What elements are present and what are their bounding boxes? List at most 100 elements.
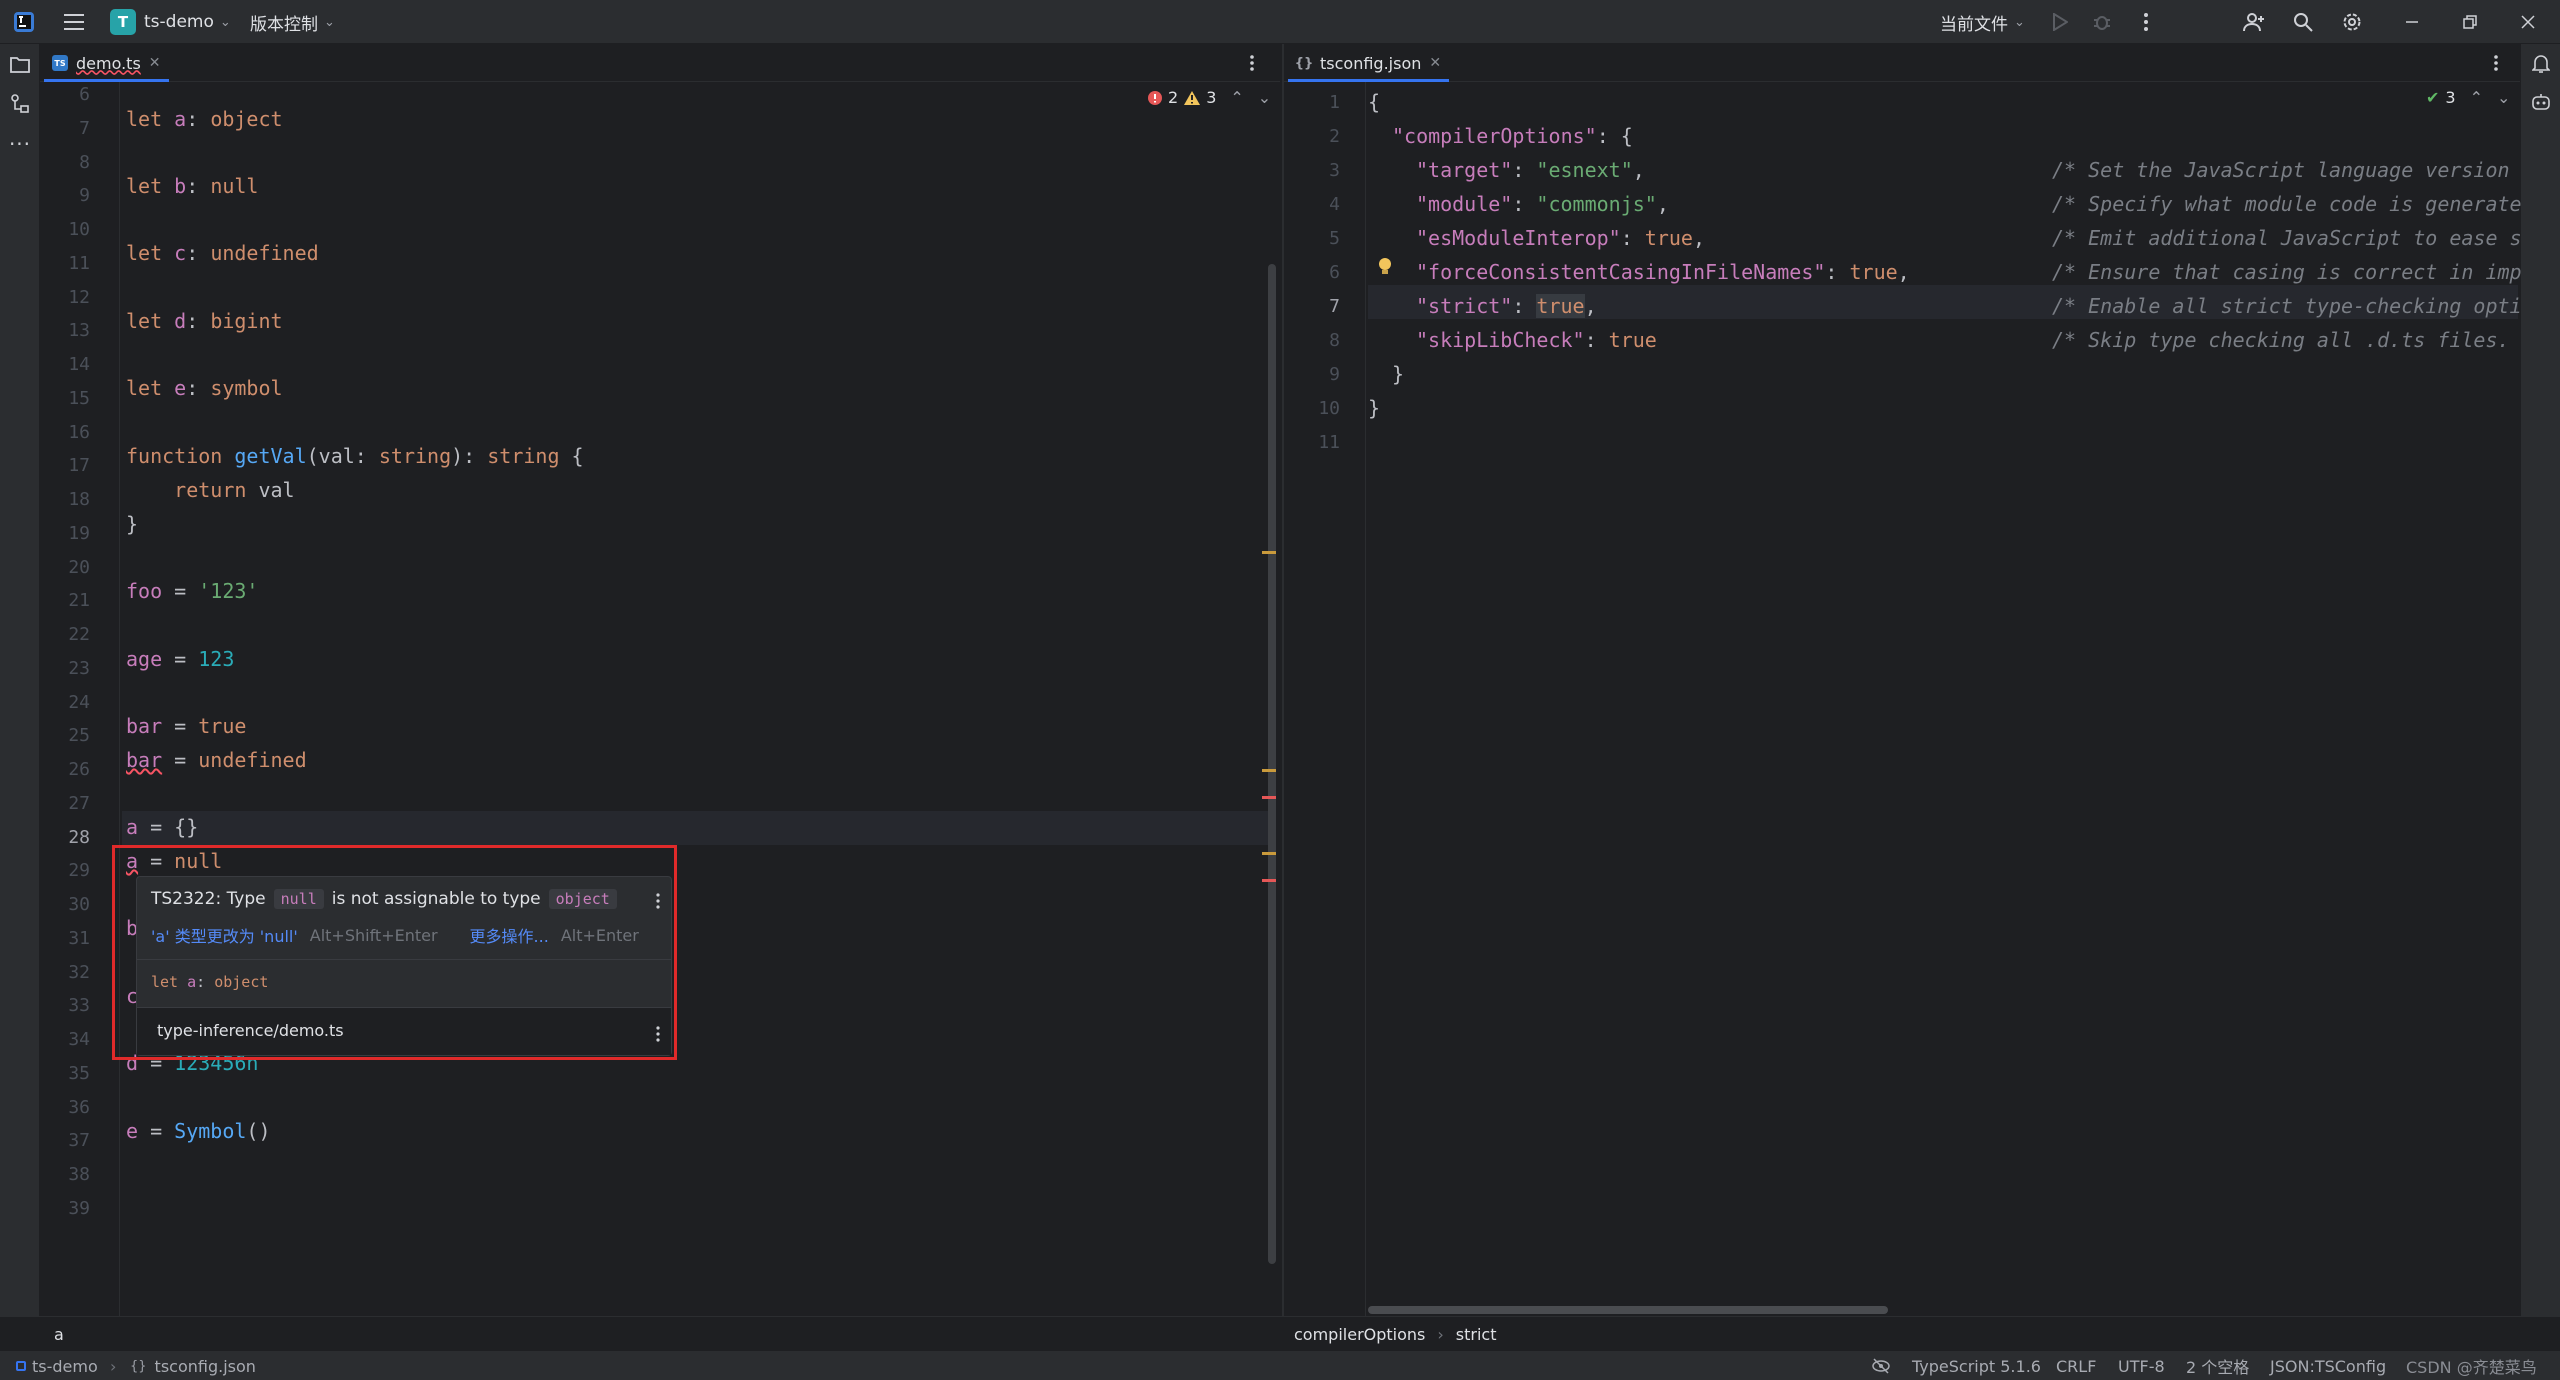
line-number[interactable]: 8 [1294, 330, 1340, 351]
breadcrumb-item-strict[interactable]: strict [1456, 1325, 1497, 1344]
status-file[interactable]: {} tsconfig.json [130, 1351, 256, 1380]
line-number[interactable]: 9 [44, 185, 90, 206]
code-line-7[interactable]: let a: object [126, 107, 283, 131]
line-number[interactable]: 7 [44, 118, 90, 139]
breadcrumb-item-compiler-options[interactable]: compilerOptions [1294, 1325, 1425, 1344]
json-line-4[interactable]: "module": "commonjs", [1416, 192, 1669, 216]
status-language-service[interactable]: TypeScript 5.1.6 [1912, 1351, 2041, 1380]
line-number[interactable]: 6 [44, 84, 90, 105]
line-number[interactable]: 4 [1294, 194, 1340, 215]
line-number[interactable]: 1 [1294, 92, 1340, 113]
status-indent[interactable]: 2 个空格 [2186, 1351, 2249, 1380]
project-folder-icon[interactable] [8, 52, 32, 76]
code-line-13[interactable]: let d: bigint [126, 309, 283, 333]
code-line-28[interactable]: a = {} [126, 815, 198, 839]
line-number[interactable]: 10 [1294, 398, 1340, 419]
structure-icon[interactable] [8, 92, 32, 116]
tab-options-icon[interactable] [1240, 51, 1264, 75]
breadcrumb-left-item[interactable]: a [54, 1325, 64, 1344]
restore-icon[interactable] [2458, 10, 2482, 34]
popup-file-path[interactable]: type-inference/demo.ts [157, 1021, 344, 1040]
status-encoding[interactable]: UTF-8 [2118, 1351, 2165, 1380]
line-number[interactable]: 11 [1294, 432, 1340, 453]
error-marker[interactable] [1262, 879, 1276, 882]
line-number[interactable]: 11 [44, 253, 90, 274]
tab-tsconfig-json[interactable]: {} tsconfig.json ✕ [1288, 44, 1450, 82]
code-line-19[interactable]: } [126, 512, 138, 536]
debug-icon[interactable] [2090, 10, 2114, 34]
more-actions-link[interactable]: 更多操作... [470, 923, 549, 947]
line-number[interactable]: 6 [1294, 262, 1340, 283]
status-json-schema[interactable]: JSON:TSConfig [2270, 1351, 2386, 1380]
minimize-icon[interactable] [2400, 10, 2424, 34]
json-line-9[interactable]: } [1392, 362, 1404, 386]
line-number[interactable]: 37 [44, 1130, 90, 1151]
line-number[interactable]: 39 [44, 1198, 90, 1219]
settings-gear-icon[interactable] [2340, 10, 2364, 34]
code-line-23[interactable]: age = 123 [126, 647, 234, 671]
footer-more-icon[interactable] [649, 1022, 667, 1046]
tab-demo-ts[interactable]: TS demo.ts ✕ [44, 44, 169, 82]
line-number[interactable]: 17 [44, 455, 90, 476]
line-number[interactable]: 15 [44, 388, 90, 409]
line-number[interactable]: 36 [44, 1097, 90, 1118]
line-number[interactable]: 21 [44, 590, 90, 611]
tab-options-icon[interactable] [2484, 51, 2508, 75]
line-number[interactable]: 29 [44, 860, 90, 881]
no-eye-icon[interactable] [1870, 1355, 1892, 1377]
quick-fix-link[interactable]: 'a' 类型更改为 'null' [151, 923, 298, 947]
line-number[interactable]: 32 [44, 962, 90, 983]
project-switcher[interactable]: T ts-demo ⌄ [110, 0, 231, 44]
line-number[interactable]: 5 [1294, 228, 1340, 249]
line-number[interactable]: 3 [1294, 160, 1340, 181]
code-line-11[interactable]: let c: undefined [126, 241, 319, 265]
line-number[interactable]: 24 [44, 692, 90, 713]
line-number[interactable]: 26 [44, 759, 90, 780]
code-line-21[interactable]: foo = '123' [126, 579, 258, 603]
notifications-bell-icon[interactable] [2529, 52, 2553, 76]
line-number[interactable]: 34 [44, 1029, 90, 1050]
next-problem-icon[interactable]: ⌄ [1258, 88, 1271, 107]
line-number[interactable]: 12 [44, 287, 90, 308]
tab-close-icon[interactable]: ✕ [1429, 55, 1441, 71]
line-number[interactable]: 8 [44, 152, 90, 173]
previous-problem-icon[interactable]: ⌃ [2470, 88, 2483, 107]
line-number[interactable]: 14 [44, 354, 90, 375]
lightbulb-icon[interactable] [1376, 256, 1394, 278]
more-vertical-icon[interactable] [2134, 10, 2158, 34]
inspection-widget[interactable]: ✔ 3 ⌃ ⌄ [2426, 88, 2510, 107]
json-line-2[interactable]: "compilerOptions": { [1392, 124, 1633, 148]
vcs-menu[interactable]: 版本控制 ⌄ [250, 0, 335, 44]
code-line-26[interactable]: bar = undefined [126, 748, 307, 772]
json-line-5[interactable]: "esModuleInterop": true, [1416, 226, 1705, 250]
previous-problem-icon[interactable]: ⌃ [1230, 88, 1243, 107]
line-number[interactable]: 25 [44, 725, 90, 746]
line-number[interactable]: 28 [44, 827, 90, 848]
ai-assistant-icon[interactable] [2529, 90, 2553, 114]
line-number[interactable]: 2 [1294, 126, 1340, 147]
line-number[interactable]: 30 [44, 894, 90, 915]
popup-more-icon[interactable] [649, 889, 667, 913]
status-line-separator[interactable]: CRLF [2056, 1351, 2096, 1380]
line-number[interactable]: 33 [44, 995, 90, 1016]
left-editor-scrollbar[interactable] [1268, 264, 1276, 1264]
line-number[interactable]: 10 [44, 219, 90, 240]
close-icon[interactable] [2516, 10, 2540, 34]
run-config-selector[interactable]: 当前文件 ⌄ [1940, 0, 2025, 44]
line-number[interactable]: 20 [44, 557, 90, 578]
json-line-8[interactable]: "skipLibCheck": true [1416, 328, 1657, 352]
next-problem-icon[interactable]: ⌄ [2497, 88, 2510, 107]
code-line-18[interactable]: return val [126, 478, 294, 502]
line-number[interactable]: 38 [44, 1164, 90, 1185]
json-line-10[interactable]: } [1368, 396, 1380, 420]
line-number[interactable]: 35 [44, 1063, 90, 1084]
line-number[interactable]: 22 [44, 624, 90, 645]
json-line-3[interactable]: "target": "esnext", [1416, 158, 1645, 182]
inspection-widget[interactable]: 2 3 ⌃ ⌄ [1148, 88, 1271, 107]
tab-close-icon[interactable]: ✕ [149, 55, 161, 71]
line-number[interactable]: 19 [44, 523, 90, 544]
line-number[interactable]: 7 [1294, 296, 1340, 317]
json-line-6[interactable]: "forceConsistentCasingInFileNames": true… [1416, 260, 1910, 284]
warning-marker[interactable] [1262, 852, 1276, 855]
line-number[interactable]: 16 [44, 422, 90, 443]
